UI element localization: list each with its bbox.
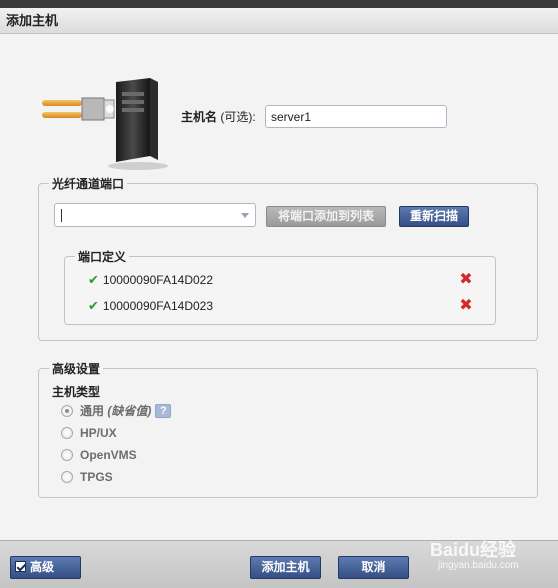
- advanced-toggle-button[interactable]: 高级: [10, 556, 81, 579]
- radio-button[interactable]: [61, 427, 73, 439]
- add-host-button[interactable]: 添加主机: [250, 556, 321, 579]
- port-wwn: 10000090FA14D022: [102, 273, 214, 287]
- option-default-suffix: (缺省值): [107, 404, 152, 418]
- port-combo-box[interactable]: [54, 203, 256, 227]
- text-caret: [61, 209, 62, 222]
- check-icon: ✔: [88, 272, 99, 287]
- host-type-label: 主机类型: [52, 385, 101, 399]
- port-definition-legend: 端口定义: [78, 250, 127, 264]
- add-port-button[interactable]: 将端口添加到列表: [266, 206, 386, 227]
- delete-x-icon[interactable]: ✖: [459, 272, 473, 288]
- host-name-label-optional: (可选):: [217, 110, 256, 124]
- radio-button[interactable]: [61, 449, 73, 461]
- radio-label: TPGS: [80, 470, 113, 484]
- cancel-button[interactable]: 取消: [338, 556, 409, 579]
- chevron-down-icon[interactable]: [241, 213, 249, 218]
- server-fiber-icon: [42, 78, 168, 170]
- advanced-settings-legend: 高级设置: [52, 362, 101, 376]
- fibre-channel-legend: 光纤通道端口: [52, 177, 125, 191]
- help-icon[interactable]: ?: [155, 404, 172, 418]
- advanced-toggle-label: 高级: [30, 560, 55, 574]
- watermark-line1: Baidu经验: [430, 540, 517, 560]
- radio-label: 通用 (缺省值): [80, 403, 151, 419]
- host-type-option-tpgs[interactable]: TPGS: [61, 469, 113, 485]
- check-icon: ✔: [88, 298, 99, 313]
- port-row: ✔ 10000090FA14D022: [88, 271, 213, 289]
- host-name-label-bold: 主机名: [181, 110, 218, 124]
- port-row: ✔ 10000090FA14D023: [88, 297, 213, 315]
- radio-label: HP/UX: [80, 426, 117, 440]
- baidu-watermark: Baidu经验 jingyan.baidu.com: [430, 540, 519, 572]
- host-type-option-openvms[interactable]: OpenVMS: [61, 447, 137, 463]
- host-name-input[interactable]: [265, 105, 447, 128]
- port-wwn: 10000090FA14D023: [102, 299, 214, 313]
- rescan-button[interactable]: 重新扫描: [399, 206, 469, 227]
- host-type-option-hpux[interactable]: HP/UX: [61, 425, 117, 441]
- host-type-option-generic[interactable]: 通用 (缺省值) ?: [61, 403, 172, 419]
- watermark-line2: jingyan.baidu.com: [438, 560, 519, 571]
- radio-button[interactable]: [61, 405, 73, 417]
- delete-x-icon[interactable]: ✖: [459, 298, 473, 314]
- host-name-label: 主机名 (可选):: [181, 108, 256, 125]
- top-strip: [0, 0, 558, 8]
- option-label: 通用: [80, 404, 105, 418]
- checkbox-icon[interactable]: [15, 561, 26, 572]
- radio-button[interactable]: [61, 471, 73, 483]
- radio-label: OpenVMS: [80, 448, 137, 462]
- dialog-title: 添加主机: [0, 8, 558, 34]
